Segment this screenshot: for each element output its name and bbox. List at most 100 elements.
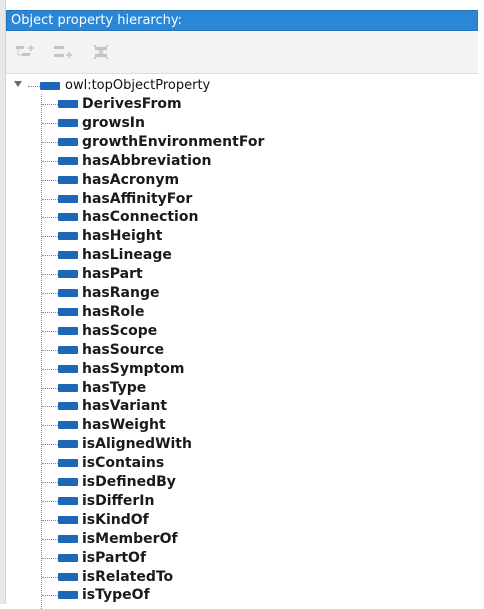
tree-connector bbox=[42, 311, 58, 313]
object-property-icon bbox=[58, 307, 78, 316]
delete-property-icon bbox=[93, 44, 109, 60]
tree-item[interactable]: isAlignedWith bbox=[42, 435, 462, 454]
tree-connector bbox=[42, 255, 58, 257]
tree-item[interactable]: isTypeOf bbox=[42, 586, 462, 605]
object-property-icon bbox=[58, 440, 78, 449]
object-property-icon bbox=[58, 251, 78, 260]
tree-item-label: growsIn bbox=[82, 114, 145, 131]
tree-item[interactable]: hasWeight bbox=[42, 416, 462, 435]
root-property-label: owl:topObjectProperty bbox=[65, 78, 211, 93]
tree-item[interactable]: isRelatedTo bbox=[42, 568, 462, 587]
tree-item-label: growthEnvironmentFor bbox=[82, 133, 265, 150]
add-sibling-property-icon bbox=[54, 46, 72, 58]
object-property-icon bbox=[58, 232, 78, 241]
tree-item-label: isPartOf bbox=[82, 549, 147, 566]
tree-item[interactable]: hasRole bbox=[42, 303, 462, 322]
object-property-icon bbox=[58, 459, 78, 468]
tree-item-label: isRelatedTo bbox=[82, 568, 174, 585]
tree-connector bbox=[42, 141, 58, 143]
tree-connector bbox=[42, 160, 58, 162]
tree-connector bbox=[42, 179, 58, 181]
tree-item-label: isKindOf bbox=[82, 511, 149, 528]
tree-item[interactable]: hasVariant bbox=[42, 397, 462, 416]
tree-item[interactable]: growthEnvironmentFor bbox=[42, 133, 462, 152]
tree-item[interactable]: hasType bbox=[42, 379, 462, 398]
tree-item-label: hasScope bbox=[82, 322, 158, 339]
delete-property-button[interactable] bbox=[90, 41, 114, 63]
tree-item-label: hasType bbox=[82, 379, 147, 396]
add-subproperty-button[interactable] bbox=[14, 41, 38, 63]
tree-item-label: hasRole bbox=[82, 303, 145, 320]
panel-title-bar[interactable]: Object property hierarchy: bbox=[6, 10, 478, 31]
tree-item-label: isContains bbox=[82, 455, 165, 472]
tree-item[interactable]: hasAbbreviation bbox=[42, 152, 462, 171]
tree-item-label: hasHeight bbox=[82, 228, 163, 245]
object-property-icon bbox=[58, 534, 78, 543]
add-sub-property-icon bbox=[16, 45, 34, 56]
tree-item[interactable]: isDefinedBy bbox=[42, 473, 462, 492]
tree-item[interactable]: growsIn bbox=[42, 114, 462, 133]
tree-item-label: hasSource bbox=[82, 341, 165, 358]
tree-item-label: DerivesFrom bbox=[82, 96, 182, 112]
tree-item[interactable]: hasLineage bbox=[42, 246, 462, 265]
tree-item[interactable]: isDifferIn bbox=[42, 492, 462, 511]
object-property-icon bbox=[58, 137, 78, 146]
object-property-icon bbox=[58, 175, 78, 184]
tree-item[interactable]: isKindOf bbox=[42, 511, 462, 530]
tree-connector bbox=[42, 122, 58, 124]
tree-connector bbox=[42, 368, 58, 370]
tree-item-label: hasWeight bbox=[82, 417, 166, 434]
tree-connector bbox=[42, 425, 58, 427]
tree-item-label: hasAffinityFor bbox=[82, 190, 193, 207]
tree-item[interactable]: hasScope bbox=[42, 322, 462, 341]
tree-item-label: isMemberOf bbox=[82, 530, 178, 547]
tree-item[interactable]: hasSource bbox=[42, 341, 462, 360]
tree-connector bbox=[42, 104, 58, 105]
tree-connector bbox=[42, 482, 58, 483]
object-property-icon bbox=[58, 496, 78, 505]
tree-connector bbox=[42, 293, 58, 294]
object-property-icon bbox=[58, 383, 78, 392]
tree-connector bbox=[42, 519, 58, 521]
tree-item-label: hasAbbreviation bbox=[82, 152, 212, 169]
tree-connector bbox=[42, 387, 58, 389]
object-property-icon bbox=[58, 421, 78, 430]
tree-item[interactable]: hasPart bbox=[42, 265, 462, 284]
tree-item[interactable]: DerivesFrom bbox=[42, 95, 462, 114]
tree-connector bbox=[42, 538, 58, 540]
tree-item[interactable]: isMemberOf bbox=[42, 530, 462, 549]
tree-item-label: hasAcronym bbox=[82, 171, 180, 188]
object-property-icon bbox=[58, 213, 78, 222]
tree-connector bbox=[28, 86, 40, 87]
tree-connector bbox=[42, 198, 58, 200]
tree-connector bbox=[42, 217, 58, 219]
object-property-icon bbox=[58, 118, 78, 127]
object-property-icon bbox=[58, 402, 78, 411]
tree-item[interactable]: isPartOf bbox=[42, 549, 462, 568]
tree-connector bbox=[42, 576, 58, 578]
object-property-icon bbox=[58, 345, 78, 354]
tree-connector bbox=[42, 236, 58, 238]
tree-item[interactable]: hasConnection bbox=[42, 208, 462, 227]
object-property-icon bbox=[58, 553, 78, 562]
tree-item[interactable]: hasAffinityFor bbox=[42, 190, 462, 209]
tree-item[interactable]: hasSymptom bbox=[42, 360, 462, 379]
property-tree[interactable]: owl:topObjectProperty DerivesFrom growsIn… bbox=[6, 76, 478, 609]
panel-title: Object property hierarchy: bbox=[11, 13, 182, 28]
tree-item[interactable]: hasHeight bbox=[42, 227, 462, 246]
object-property-icon bbox=[58, 478, 78, 486]
tree-item[interactable]: isContains bbox=[42, 454, 462, 473]
expand-collapse-icon[interactable] bbox=[14, 81, 22, 87]
tree-item-label: hasSymptom bbox=[82, 360, 185, 377]
object-property-icon bbox=[40, 82, 60, 90]
tree-connector bbox=[42, 463, 58, 465]
tree-item-label: isAlignedWith bbox=[82, 436, 192, 453]
add-sibling-property-button[interactable] bbox=[52, 41, 76, 63]
tree-item[interactable]: hasAcronym bbox=[42, 171, 462, 190]
tree-item-label: isDifferIn bbox=[82, 492, 155, 509]
object-property-icon bbox=[58, 270, 78, 279]
tree-item-label: hasLineage bbox=[82, 247, 172, 264]
tree-item-label: hasRange bbox=[82, 285, 160, 301]
tree-item[interactable]: hasRange bbox=[42, 284, 462, 303]
object-property-icon bbox=[58, 364, 78, 373]
